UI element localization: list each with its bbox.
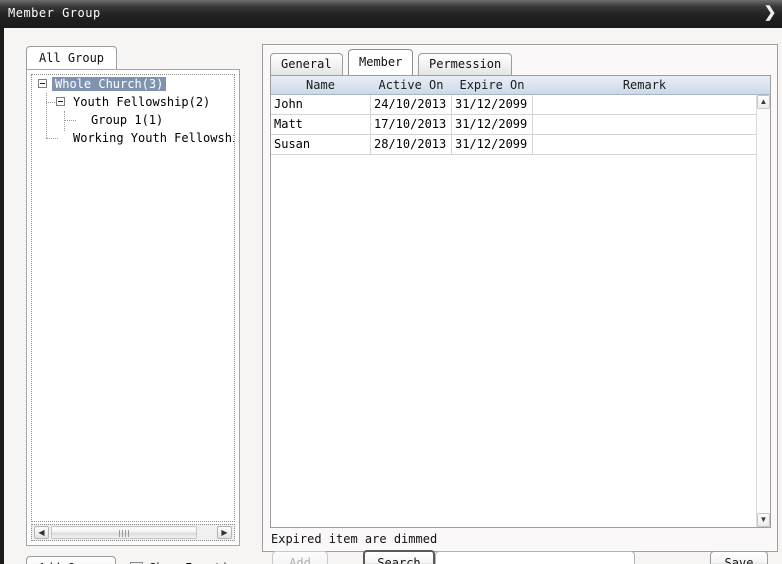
horizontal-scroll-thumb[interactable]: [51, 526, 197, 539]
column-divider: [532, 95, 533, 114]
tab-permession[interactable]: Permession: [418, 53, 513, 75]
table-cell: [533, 95, 756, 114]
tree-connector: [64, 120, 76, 121]
show-inactive-checkbox-row[interactable]: Show Inactive: [130, 558, 243, 564]
scroll-grip-icon: [119, 530, 129, 537]
column-divider: [532, 135, 533, 154]
tree-node[interactable]: Group 1(1): [32, 111, 234, 129]
tab-member[interactable]: Member: [348, 49, 414, 75]
column-header[interactable]: Expire On: [452, 76, 532, 94]
expired-note: Expired item are dimmed: [271, 532, 438, 546]
column-header[interactable]: Name: [271, 76, 370, 94]
chevron-right-icon[interactable]: ❯: [762, 3, 778, 23]
table-row[interactable]: John 24/10/2013 31/12/2099: [271, 95, 756, 115]
add-button[interactable]: Add: [272, 551, 328, 564]
title-bar: Member Group ❯: [0, 0, 782, 28]
table-cell: Susan: [274, 137, 311, 151]
column-divider: [451, 95, 452, 114]
scroll-right-icon[interactable]: ▶: [217, 526, 232, 539]
column-divider: [451, 115, 452, 134]
column-divider: [370, 115, 371, 134]
detail-panel: General Member Permession Name Active On Exp…: [262, 44, 778, 564]
group-tree[interactable]: Whole Church(3) Youth Fellowship(2) Group …: [31, 74, 235, 522]
tree-connector: [46, 138, 58, 139]
tree-node-label: Working Youth Fellowship: [73, 131, 235, 145]
table-cell: 24/10/2013: [374, 97, 447, 111]
scroll-down-icon[interactable]: ▼: [757, 513, 770, 527]
member-grid: Name Active On Expire On Remark John 24/10/2…: [270, 75, 771, 528]
table-row[interactable]: Matt 17/10/2013 31/12/2099: [271, 115, 756, 135]
tab-all-group[interactable]: All Group: [26, 46, 118, 70]
tree-node-label: Youth Fellowship(2): [73, 95, 211, 109]
member-grid-header: Name Active On Expire On Remark: [271, 76, 770, 95]
member-grid-vertical-scrollbar[interactable]: ▲ ▼: [756, 95, 770, 527]
table-cell: John: [274, 97, 303, 111]
column-divider: [370, 135, 371, 154]
table-cell: [533, 115, 756, 134]
window-title: Member Group: [8, 6, 101, 20]
column-header[interactable]: Remark: [533, 76, 756, 94]
tree-collapse-icon[interactable]: [56, 97, 65, 106]
tree-horizontal-scrollbar[interactable]: ◀ ▶: [31, 524, 235, 541]
column-divider: [370, 95, 371, 114]
table-cell: 17/10/2013: [374, 117, 447, 131]
table-cell: Matt: [274, 117, 303, 131]
tab-general[interactable]: General: [270, 53, 343, 75]
tree-node[interactable]: Working Youth Fellowship: [32, 129, 234, 147]
tree-node-label: Group 1(1): [91, 113, 164, 127]
add-group-button[interactable]: Add Group: [26, 556, 116, 564]
tree-connector: [46, 93, 47, 138]
table-cell: 31/12/2099: [455, 97, 528, 111]
tree-node-label: Whole Church(3): [52, 77, 167, 91]
detail-tab-strip: General Member Permession: [270, 49, 770, 75]
table-cell: [533, 135, 756, 154]
scroll-up-icon[interactable]: ▲: [757, 95, 770, 109]
table-cell: 31/12/2099: [455, 137, 528, 151]
page-body: All Group Whole Church(3) Youth Fellowshi…: [4, 28, 782, 564]
column-divider: [451, 135, 452, 154]
table-cell: 31/12/2099: [455, 117, 528, 131]
application-window: Member Group ❯ All Group Whole Church(3)…: [0, 0, 782, 564]
save-button[interactable]: Save: [710, 551, 768, 564]
tree-connector: [64, 111, 65, 131]
group-tree-panel: Whole Church(3) Youth Fellowship(2) Group …: [26, 69, 240, 546]
tree-collapse-icon[interactable]: [38, 79, 47, 88]
search-button[interactable]: Search: [363, 550, 435, 564]
search-input[interactable]: [435, 551, 635, 564]
scroll-left-icon[interactable]: ◀: [34, 526, 49, 539]
all-group-tab-strip: All Group: [26, 46, 244, 70]
member-grid-body[interactable]: John 24/10/2013 31/12/2099 Matt 17/10/2013 31…: [271, 95, 756, 527]
tree-connector: [46, 102, 55, 103]
column-header[interactable]: Active On: [371, 76, 451, 94]
tree-node[interactable]: Youth Fellowship(2): [32, 93, 234, 111]
table-cell: 28/10/2013: [374, 137, 447, 151]
table-row[interactable]: Susan 28/10/2013 31/12/2099: [271, 135, 756, 155]
tree-node[interactable]: Whole Church(3): [32, 75, 234, 93]
column-divider: [532, 115, 533, 134]
